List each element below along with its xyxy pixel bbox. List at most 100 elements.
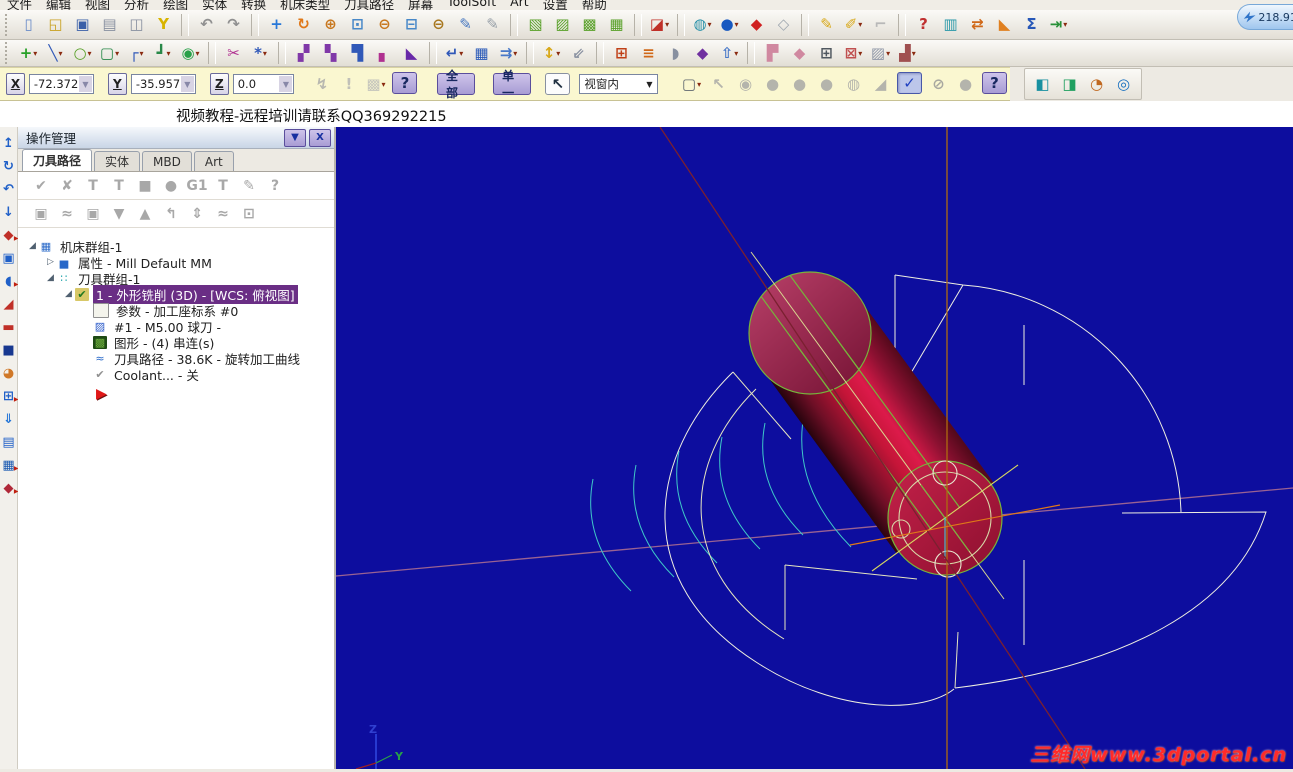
xform-array-button[interactable]: ▦ [468,41,495,65]
autocursor-config-button[interactable]: ▩ ▾ [362,72,389,96]
ops-toggle-display-button[interactable]: ≈ [54,204,80,224]
viewport-canvas[interactable]: Z Y [335,126,1293,770]
tree-expander-icon[interactable]: ◢ [44,273,57,283]
tab-实体[interactable]: 实体 [94,151,141,171]
menu-item[interactable]: 设置 [543,0,568,10]
ops-lock-button[interactable]: ▣ [28,204,54,224]
cube-solid-button[interactable]: ■ [1,342,17,358]
shaded-display-button[interactable]: ● ▾ [716,13,743,37]
print-button[interactable]: ▤ [96,13,123,37]
create-polyline-button[interactable]: ┛ ▾ [150,41,177,65]
tree-expander-icon[interactable]: ◢ [62,289,75,299]
solids-bloom-button[interactable]: ◆ [786,41,813,65]
menu-item[interactable]: 帮助 [582,0,607,10]
panel-close-button[interactable]: X [309,128,331,147]
gview-top-button[interactable]: ▧ [522,13,549,37]
wedge-tool-button[interactable]: ◆ [689,41,716,65]
insert-arrow-icon[interactable]: ▶ [96,386,334,402]
solids-red-button[interactable]: ◆ ▶ [1,480,19,496]
select-result-button[interactable]: ◉ [732,72,759,96]
window-shape-button[interactable]: ▢ ▾ [678,72,705,96]
view-shift-down-button[interactable]: ↓ [1,204,17,220]
view-shift-up-button[interactable]: ↥ [1,135,17,151]
create-rectangle-button[interactable]: ▢ ▾ [96,41,123,65]
dropdown-arrow-icon[interactable]: ▾ [858,20,862,29]
xform-dynamic-button[interactable]: ◣ [398,41,425,65]
save-file-button[interactable]: ▣ [69,13,96,37]
menu-item[interactable]: 刀具路径 [344,0,394,10]
select-void-button[interactable]: ⊘ [925,72,952,96]
tab-Art[interactable]: Art [193,151,234,171]
selection-cursor-button[interactable]: ↖ [545,73,571,95]
wire-cube-button[interactable]: ⊞ [813,41,840,65]
exit-function-button[interactable]: ⇥ ▾ [1045,13,1072,37]
create-point-plus-button[interactable]: + ▾ [15,41,42,65]
toolbar-drag-handle[interactable] [5,42,11,64]
striped-solid-button[interactable]: ▨ ▾ [867,41,894,65]
dropdown-arrow-icon[interactable]: ▾ [1063,20,1067,29]
dropdown-arrow-icon[interactable]: ▾ [115,49,119,58]
ops-select-all-button[interactable]: ✔ [28,176,54,196]
ops-select-none-button[interactable]: ✘ [54,176,80,196]
new-file-button[interactable]: ▯ [15,13,42,37]
ops-scroll-button[interactable]: ⇕ [184,204,210,224]
dynamic-rotate-button[interactable]: ↻ [290,13,317,37]
toolpath-stock-setup-button[interactable]: ◧ [1029,72,1056,96]
xform-mirror-button[interactable]: ▚ [317,41,344,65]
zoom-selected-button[interactable]: ⊖ [371,13,398,37]
gview-named-button[interactable]: ◪ ▾ [646,13,673,37]
ops-edit-button[interactable]: ✎ [236,176,262,196]
attributes-multi-button[interactable]: ✐ ▾ [840,13,867,37]
shade-options-button[interactable]: ⇙ [565,41,592,65]
selection-mode-select[interactable]: 视窗内 ▼ [579,74,658,94]
zoom-out-button[interactable]: ⊖ [425,13,452,37]
menu-item[interactable]: 机床类型 [280,0,330,10]
dropdown-arrow-icon[interactable]: ▾ [59,49,63,58]
dropdown-arrow-icon[interactable]: ▾ [858,49,862,58]
xform-scale-button[interactable]: ▖ [371,41,398,65]
x-coordinate-input[interactable]: -72.37282 ▼ [28,74,94,94]
tree-expander-icon[interactable]: ◢ [26,241,39,251]
chevron-down-icon[interactable]: ▼ [643,76,656,92]
ops-post-out-button[interactable]: T [210,176,236,196]
configure-button[interactable]: Y [150,13,177,37]
trim-break-button[interactable]: ✂ [220,41,247,65]
tab-MBD[interactable]: MBD [142,151,192,171]
ops-toggle-all-button[interactable]: ≈ [210,204,236,224]
toolbar-drag-handle[interactable] [5,13,11,36]
verify-target-button[interactable]: ◎ [1110,72,1137,96]
backplot-rewind-button[interactable]: ◔ [1083,72,1110,96]
plane-flat-button[interactable]: ▬ [1,319,17,335]
remove-faces-button[interactable]: ⊠ ▾ [840,41,867,65]
attributes-pencil-button[interactable]: ✎ [813,13,840,37]
select-group-3-button[interactable]: ● [813,72,840,96]
shade-hemisphere-button[interactable]: ◖ ▶ [1,273,18,289]
dropdown-arrow-icon[interactable]: ▾ [735,20,739,29]
z-coordinate-button[interactable]: Z [209,73,229,95]
zoom-window-button[interactable]: ⊡ [344,13,371,37]
create-primitives-button[interactable]: ◉ ▾ [177,41,204,65]
menu-item[interactable]: 屏幕 [408,0,433,10]
create-fillet-button[interactable]: ┌ ▾ [123,41,150,65]
undo-button[interactable]: ↶ [193,13,220,37]
ops-backplot-stop-button[interactable]: ■ [132,176,158,196]
analyze-sum-button[interactable]: Σ [1018,13,1045,37]
ops-copy-button[interactable]: ⊡ [236,204,262,224]
machine-tool-button[interactable]: ▟ ▾ [894,41,921,65]
dropdown-arrow-icon[interactable]: ▾ [196,49,200,58]
menu-item[interactable]: 实体 [202,0,227,10]
plane-wedge-button[interactable]: ◢ [1,296,17,312]
dropdown-arrow-icon[interactable]: ▾ [459,49,463,58]
shade-toggle-button[interactable]: ↕ ▾ [538,41,565,65]
toolpath-stock-display-button[interactable]: ◨ [1056,72,1083,96]
autocursor-help-button[interactable]: ? [392,72,418,94]
x-coordinate-button[interactable]: X [6,73,25,95]
viewport-frame-button[interactable]: ▣ [1,250,17,266]
gview-side-button[interactable]: ▩ [576,13,603,37]
tree-coolant[interactable]: ✔ Coolant... - 关 [24,366,334,383]
ops-regen-all-button[interactable]: T [106,176,132,196]
dropdown-arrow-icon[interactable]: ▾ [665,20,669,29]
dropdown-arrow-icon[interactable]: ▾ [708,20,712,29]
panel-device-button[interactable]: ▤ [1,434,17,450]
blank-screen-pen-button[interactable]: ✎ [452,13,479,37]
